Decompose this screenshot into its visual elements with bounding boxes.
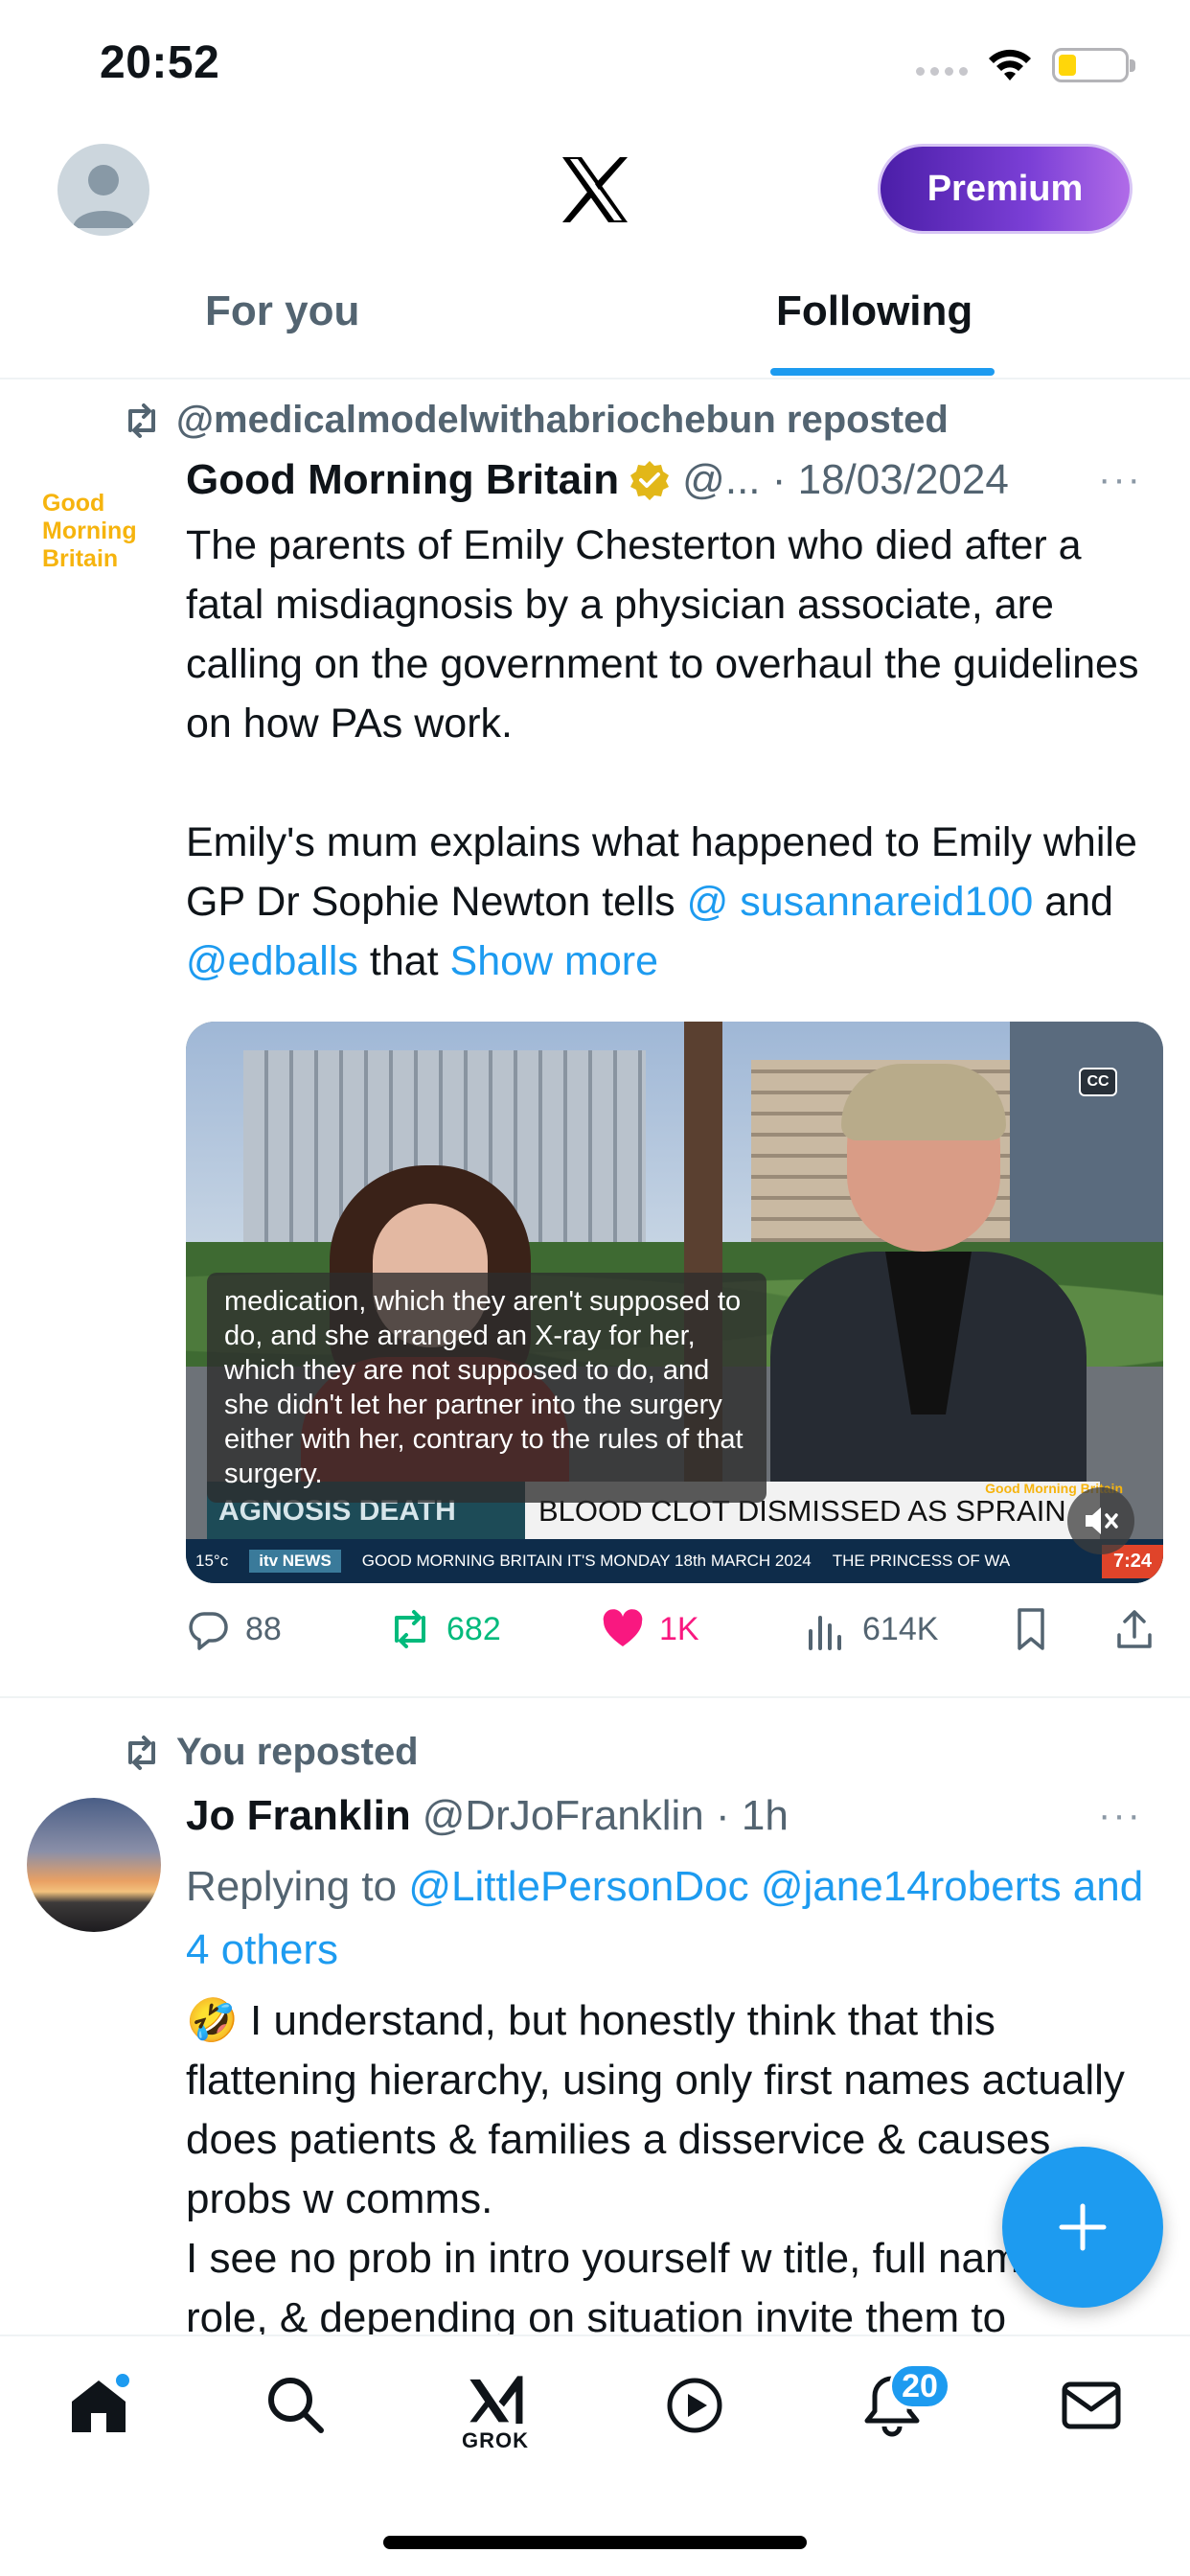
mention-link[interactable]: @ susannareid100 [687,879,1034,925]
repost-icon [128,1735,155,1770]
share-button[interactable] [1111,1606,1157,1652]
avatar-logo-text: Morning [42,517,137,544]
nav-home[interactable] [56,2371,142,2476]
repost-icon [128,402,155,438]
x-logo-icon[interactable] [559,155,631,224]
news-ticker: 15°c itv NEWS GOOD MORNING BRITAIN IT'S … [186,1539,1163,1583]
mute-button[interactable] [1067,1487,1134,1554]
wifi-icon [989,49,1031,80]
premium-button[interactable]: Premium [878,144,1133,234]
nav-grok[interactable]: GROK [452,2371,538,2476]
tweet-header: Good Morning Britain @... · 18/03/2024 [186,456,1009,504]
replying-to-label: Replying to [186,1863,409,1910]
repost-count: 682 [446,1610,501,1647]
status-time: 20:52 [100,37,220,88]
reply-button[interactable]: 88 [186,1606,282,1652]
speaker-muted-icon [1086,1507,1118,1534]
author-avatar[interactable]: Good Morning Britain [27,464,161,598]
ticker-text: GOOD MORNING BRITAIN IT'S MONDAY 18th MA… [361,1552,812,1570]
tab-following[interactable]: Following [776,288,973,335]
video-player[interactable]: CC medication, which they aren't suppose… [186,1022,1163,1583]
tweet-actions: 88 682 1K 614K [186,1606,1163,1664]
ticker-brand: itv NEWS [249,1550,341,1573]
emoji: 🤣 [186,1997,239,2044]
share-icon [1117,1610,1152,1648]
grok-label: GROK [462,2428,529,2452]
search-icon [268,2378,324,2433]
reply-icon [189,1612,228,1650]
ticker-temperature: 15°c [195,1552,229,1570]
verified-gold-badge-icon [630,461,670,500]
like-button[interactable]: 1K [600,1606,699,1652]
author-name[interactable]: Jo Franklin [186,1792,411,1840]
active-tab-indicator [770,368,995,376]
nav-messages[interactable] [1048,2371,1134,2476]
plus-icon [1059,2203,1107,2251]
tweet-text-segment: that [357,938,450,984]
status-bar: 20:52 [0,0,1190,134]
like-count: 1K [659,1610,699,1647]
tweet-text: 🤣 I understand, but honestly think that … [186,1991,1163,2348]
repost-icon [395,1610,425,1648]
tweet-header: Jo Franklin @DrJoFranklin · 1h [186,1792,789,1840]
closed-captions-icon[interactable]: CC [1079,1068,1117,1096]
show-more-link[interactable]: Show more [450,938,658,984]
battery-icon [1052,48,1135,82]
home-unread-dot [113,2371,132,2390]
author-avatar[interactable] [27,1798,161,1932]
heart-filled-icon [603,1609,643,1646]
tweet-paragraph: Emily's mum explains what happened to Em… [186,813,1163,991]
analytics-icon [809,1616,841,1650]
bookmark-button[interactable] [1008,1606,1054,1652]
view-count: 614K [862,1610,939,1647]
mention-link[interactable]: @edballs [186,938,358,984]
repost-text[interactable]: @medicalmodelwithabriochebun reposted [176,399,949,442]
bookmark-icon [1018,1608,1044,1650]
video-play-icon [667,2378,722,2433]
tweet-text-segment: and [1033,879,1113,925]
repost-text: You reposted [176,1731,419,1773]
author-name[interactable]: Good Morning Britain [186,456,619,504]
grok-icon [469,2376,523,2425]
repost-indicator: You reposted [121,1731,419,1774]
notification-count-badge: 20 [889,2363,950,2409]
repost-indicator: @medicalmodelwithabriochebun reposted [121,399,949,442]
cellular-signal-icon [916,67,968,76]
tweet-text: The parents of Emily Chesterton who died… [186,516,1163,991]
more-options-icon[interactable]: ··· [1098,458,1142,501]
compose-button[interactable] [1002,2147,1163,2308]
handle-time: @DrJoFranklin · 1h [422,1792,789,1839]
feed-tabs: For you Following [0,259,1190,380]
more-options-icon[interactable]: ··· [1098,1794,1142,1837]
envelope-icon [1062,2381,1121,2429]
nav-notifications[interactable]: 20 [849,2363,950,2476]
video-caption: medication, which they aren't supposed t… [207,1273,767,1503]
repost-button[interactable]: 682 [387,1606,501,1652]
views-button[interactable]: 614K [803,1606,938,1652]
nav-video[interactable] [652,2371,738,2476]
ticker-text: THE PRINCESS OF WA [832,1552,1011,1570]
replying-to: Replying to @LittlePersonDoc @jane14robe… [186,1855,1163,1982]
default-avatar-icon [73,165,134,228]
profile-avatar[interactable] [57,144,149,236]
reply-count: 88 [245,1610,282,1647]
tweet-paragraph: The parents of Emily Chesterton who died… [186,522,1139,747]
tab-for-you[interactable]: For you [205,288,359,335]
handle-date: @... · 18/03/2024 [682,456,1009,503]
nav-search[interactable] [253,2371,339,2476]
tweet-text-segment: I understand, but honestly think that th… [186,1997,1125,2222]
home-indicator[interactable] [383,2536,807,2549]
tweet-divider [0,1696,1190,1698]
avatar-logo-text: Britain [42,544,119,572]
tweet-good-morning-britain[interactable]: @medicalmodelwithabriochebun reposted Go… [0,383,1190,1696]
avatar-logo-text: Good [42,489,105,517]
